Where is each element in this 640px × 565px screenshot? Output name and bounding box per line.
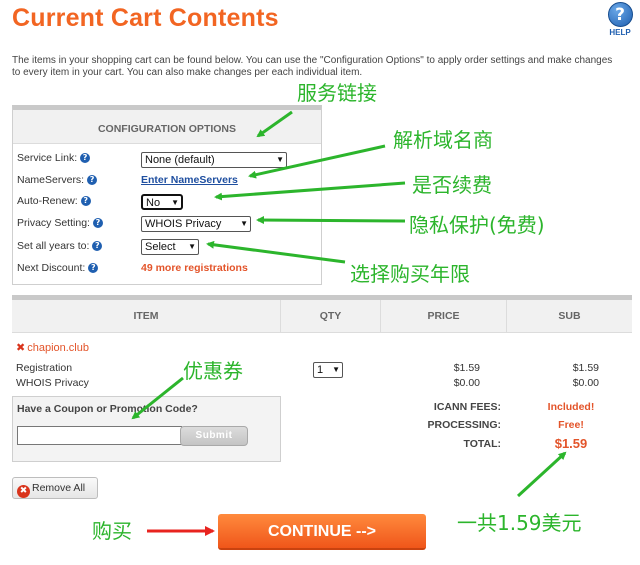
column-header-sub: SUB [506, 300, 632, 333]
annotation-total: 一共1.59美元 [457, 511, 582, 535]
service-link-select[interactable]: None (default) ▼ [141, 152, 287, 168]
help-question-icon[interactable]: ? [80, 153, 91, 163]
intro-text: The items in your shopping cart can be f… [12, 55, 613, 78]
privacy-setting-label: Privacy Setting:? [17, 217, 103, 229]
enter-nameservers-link[interactable]: Enter NameServers [141, 174, 238, 186]
privacy-setting-select[interactable]: WHOIS Privacy ▼ [141, 216, 251, 232]
config-options-panel: CONFIGURATION OPTIONS Service Link:? Non… [12, 105, 322, 285]
help-question-icon[interactable]: ? [87, 175, 98, 185]
service-link-label-text: Service Link: [17, 152, 78, 164]
column-header-price: PRICE [380, 300, 506, 333]
privacy-setting-label-text: Privacy Setting: [17, 217, 90, 229]
line-label-registration: Registration [16, 362, 73, 374]
annotation-coupon: 优惠券 [183, 359, 243, 383]
coupon-submit-button[interactable]: Submit [180, 426, 248, 446]
annotation-privacy: 隐私保护(免费) [409, 213, 545, 237]
cart-item: ✖ chapion.club [16, 341, 89, 354]
coupon-title: Have a Coupon or Promotion Code? [17, 403, 198, 415]
continue-button[interactable]: CONTINUE --> [218, 514, 426, 550]
price-privacy: $0.00 [453, 377, 480, 389]
arrow-total [516, 451, 567, 498]
auto-renew-value: No [146, 197, 161, 209]
auto-renew-label: Auto-Renew:? [17, 195, 91, 207]
help-question-icon[interactable]: ? [88, 263, 99, 273]
config-options-header: CONFIGURATION OPTIONS [13, 110, 321, 144]
coupon-panel: Have a Coupon or Promotion Code? Submit [12, 396, 281, 462]
help-question-icon[interactable]: ? [80, 196, 91, 206]
processing-value: Free! [558, 419, 584, 431]
chevron-down-icon: ▼ [276, 155, 284, 164]
line-label-privacy: WHOIS Privacy [16, 377, 89, 389]
help-question-icon[interactable]: ? [92, 241, 103, 251]
remove-item-icon[interactable]: ✖ [16, 342, 25, 354]
auto-renew-label-text: Auto-Renew: [17, 195, 78, 207]
privacy-setting-value: WHOIS Privacy [145, 218, 222, 230]
remove-icon: ✖ [17, 485, 30, 498]
set-years-value: Select [145, 241, 176, 253]
icann-fees-label: ICANN FEES: [433, 401, 501, 413]
page-title: Current Cart Contents [12, 4, 279, 32]
processing-label: PROCESSING: [427, 419, 501, 431]
remove-all-button[interactable]: ✖ Remove All [12, 477, 98, 499]
help-icon[interactable]: ? [607, 2, 633, 27]
quantity-select[interactable]: 1 ▼ [313, 362, 343, 378]
chevron-down-icon: ▼ [188, 242, 196, 251]
total-label: TOTAL: [463, 438, 501, 450]
nameservers-label: NameServers:? [17, 174, 98, 186]
annotation-nameservers: 解析域名商 [393, 128, 493, 152]
next-discount-value: 49 more registrations [141, 262, 248, 274]
remove-all-label: Remove All [32, 482, 86, 494]
next-discount-label-text: Next Discount: [17, 262, 86, 274]
auto-renew-select[interactable]: No ▼ [141, 194, 183, 210]
set-years-label-text: Set all years to: [17, 240, 90, 252]
annotation-auto-renew: 是否续费 [412, 173, 492, 197]
total-value: $1.59 [554, 436, 588, 451]
column-header-item: ITEM [133, 310, 159, 322]
annotation-buy: 购买 [92, 519, 132, 543]
annotation-years: 选择购买年限 [350, 262, 470, 286]
cart-item-domain: chapion.club [27, 342, 89, 354]
column-header-qty: QTY [280, 300, 380, 333]
service-link-value: None (default) [145, 154, 215, 166]
cart-table-header: ITEM QTY PRICE SUB [12, 300, 632, 333]
sub-registration: $1.59 [572, 362, 599, 374]
annotation-service-link: 服务链接 [297, 81, 377, 105]
service-link-label: Service Link:? [17, 152, 91, 164]
chevron-down-icon: ▼ [171, 198, 179, 207]
coupon-code-input[interactable] [17, 426, 182, 445]
help-label[interactable]: HELP [603, 28, 637, 37]
next-discount-label: Next Discount:? [17, 262, 99, 274]
set-years-label: Set all years to:? [17, 240, 103, 252]
quantity-value: 1 [317, 364, 324, 376]
help-question-icon[interactable]: ? [92, 218, 103, 228]
help-button[interactable]: ? HELP [603, 2, 637, 37]
sub-privacy: $0.00 [572, 377, 599, 389]
nameservers-label-text: NameServers: [17, 174, 85, 186]
chevron-down-icon: ▼ [332, 365, 340, 374]
set-years-select[interactable]: Select ▼ [141, 239, 199, 255]
chevron-down-icon: ▼ [240, 219, 248, 228]
price-registration: $1.59 [453, 362, 480, 374]
icann-fees-value: Included! [547, 401, 595, 413]
